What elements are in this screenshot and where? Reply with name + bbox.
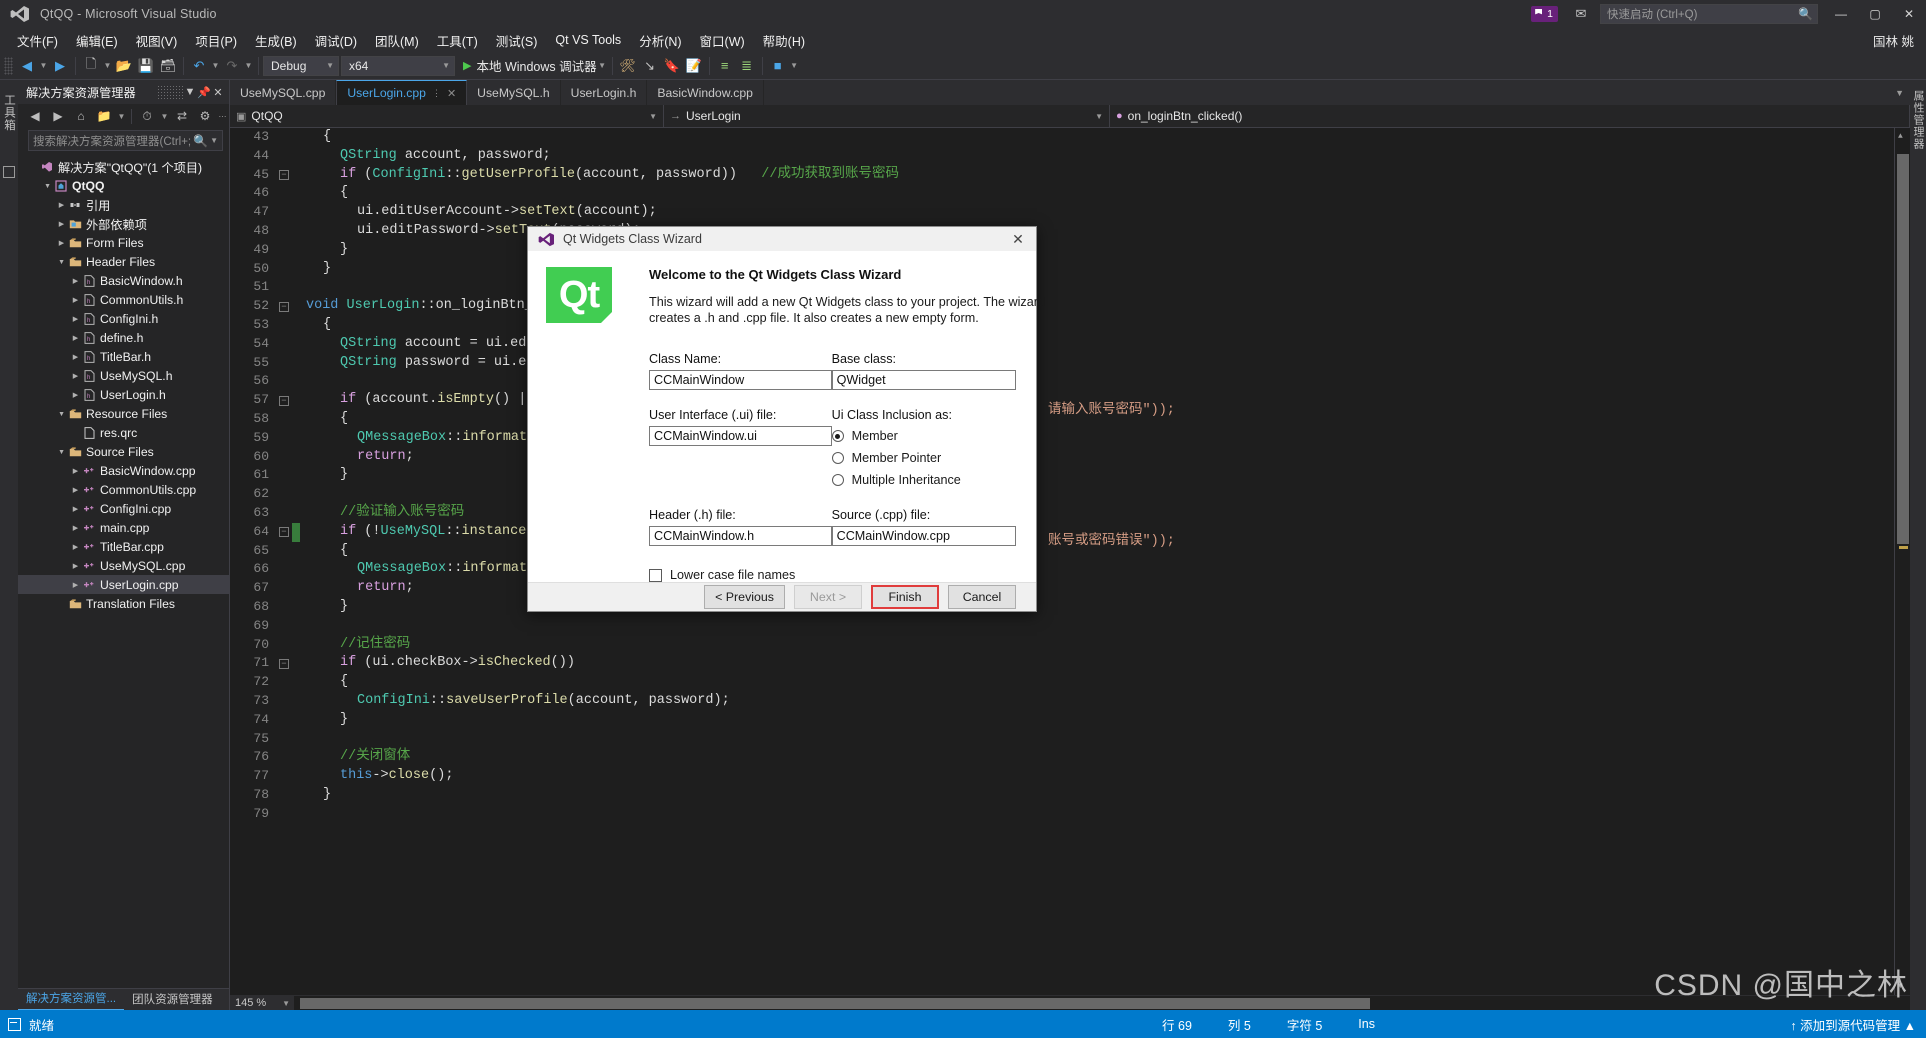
wizard-form-files: Header (.h) file: Source (.cpp) file: (548, 508, 1016, 546)
form-left-column-2: Header (.h) file: (649, 508, 832, 546)
ui-file-input[interactable] (649, 426, 832, 446)
dialog-body: Qt Welcome to the Qt Widgets Class Wizar… (528, 251, 1045, 582)
radio-multiple-inheritance-label: Multiple Inheritance (851, 473, 961, 487)
radio-icon (831, 474, 844, 486)
dialog-intro: Welcome to the Qt Widgets Class Wizard T… (649, 267, 1045, 326)
dialog-title-bar: Qt Widgets Class Wizard ✕ (528, 227, 1036, 251)
base-class-label: Base class: (831, 352, 896, 366)
base-class-input[interactable] (831, 370, 1016, 390)
dialog-heading: Welcome to the Qt Widgets Class Wizard (649, 267, 902, 282)
cancel-button[interactable]: Cancel (948, 585, 1016, 609)
ui-inclusion-label: Ui Class Inclusion as: (831, 408, 952, 422)
radio-icon (831, 452, 844, 464)
finish-button[interactable]: Finish (871, 585, 939, 609)
radio-member-label: Member (851, 429, 898, 443)
radio-multiple-inheritance[interactable]: Multiple Inheritance (831, 470, 1016, 490)
dialog-close-button[interactable]: ✕ (1004, 227, 1032, 251)
form-right-column-2: Source (.cpp) file: (831, 508, 1016, 546)
form-right-column: Base class: Ui Class Inclusion as: Membe… (831, 352, 1016, 492)
checkbox-icon (649, 568, 662, 582)
visual-studio-icon (538, 232, 555, 247)
next-button: Next > (794, 585, 862, 609)
radio-icon (831, 430, 844, 442)
radio-member-pointer[interactable]: Member Pointer (831, 448, 1016, 468)
wizard-form: Class Name: User Interface (.ui) file: B… (548, 352, 1016, 492)
source-file-input[interactable] (831, 526, 1016, 546)
header-file-input[interactable] (649, 526, 832, 546)
form-left-column: Class Name: User Interface (.ui) file: (649, 352, 832, 492)
class-name-input[interactable] (649, 370, 832, 390)
radio-member-pointer-label: Member Pointer (851, 451, 942, 465)
qt-logo-icon: Qt (546, 267, 612, 323)
dialog-footer: < Previous Next > Finish Cancel (528, 582, 1036, 611)
lower-case-label: Lower case file names (670, 568, 796, 582)
modal-overlay: Qt Widgets Class Wizard ✕ Qt Welcome to … (0, 0, 1926, 1038)
radio-member[interactable]: Member (831, 426, 1016, 446)
qt-widgets-class-wizard-dialog: Qt Widgets Class Wizard ✕ Qt Welcome to … (527, 226, 1045, 612)
source-file-label: Source (.cpp) file: (831, 508, 931, 522)
dialog-description: This wizard will add a new Qt Widgets cl… (649, 295, 1045, 325)
qt-logo-text: Qt (558, 274, 600, 316)
lower-case-file-names-checkbox[interactable]: Lower case file names (649, 568, 1016, 582)
ui-file-label: User Interface (.ui) file: (649, 408, 777, 422)
class-name-label: Class Name: (649, 352, 722, 366)
previous-button[interactable]: < Previous (704, 585, 785, 609)
header-file-label: Header (.h) file: (649, 508, 736, 522)
visual-studio-window: QtQQ - Microsoft Visual Studio 1 ✉ 快速启动 … (0, 0, 1926, 1038)
dialog-title: Qt Widgets Class Wizard (563, 232, 702, 246)
